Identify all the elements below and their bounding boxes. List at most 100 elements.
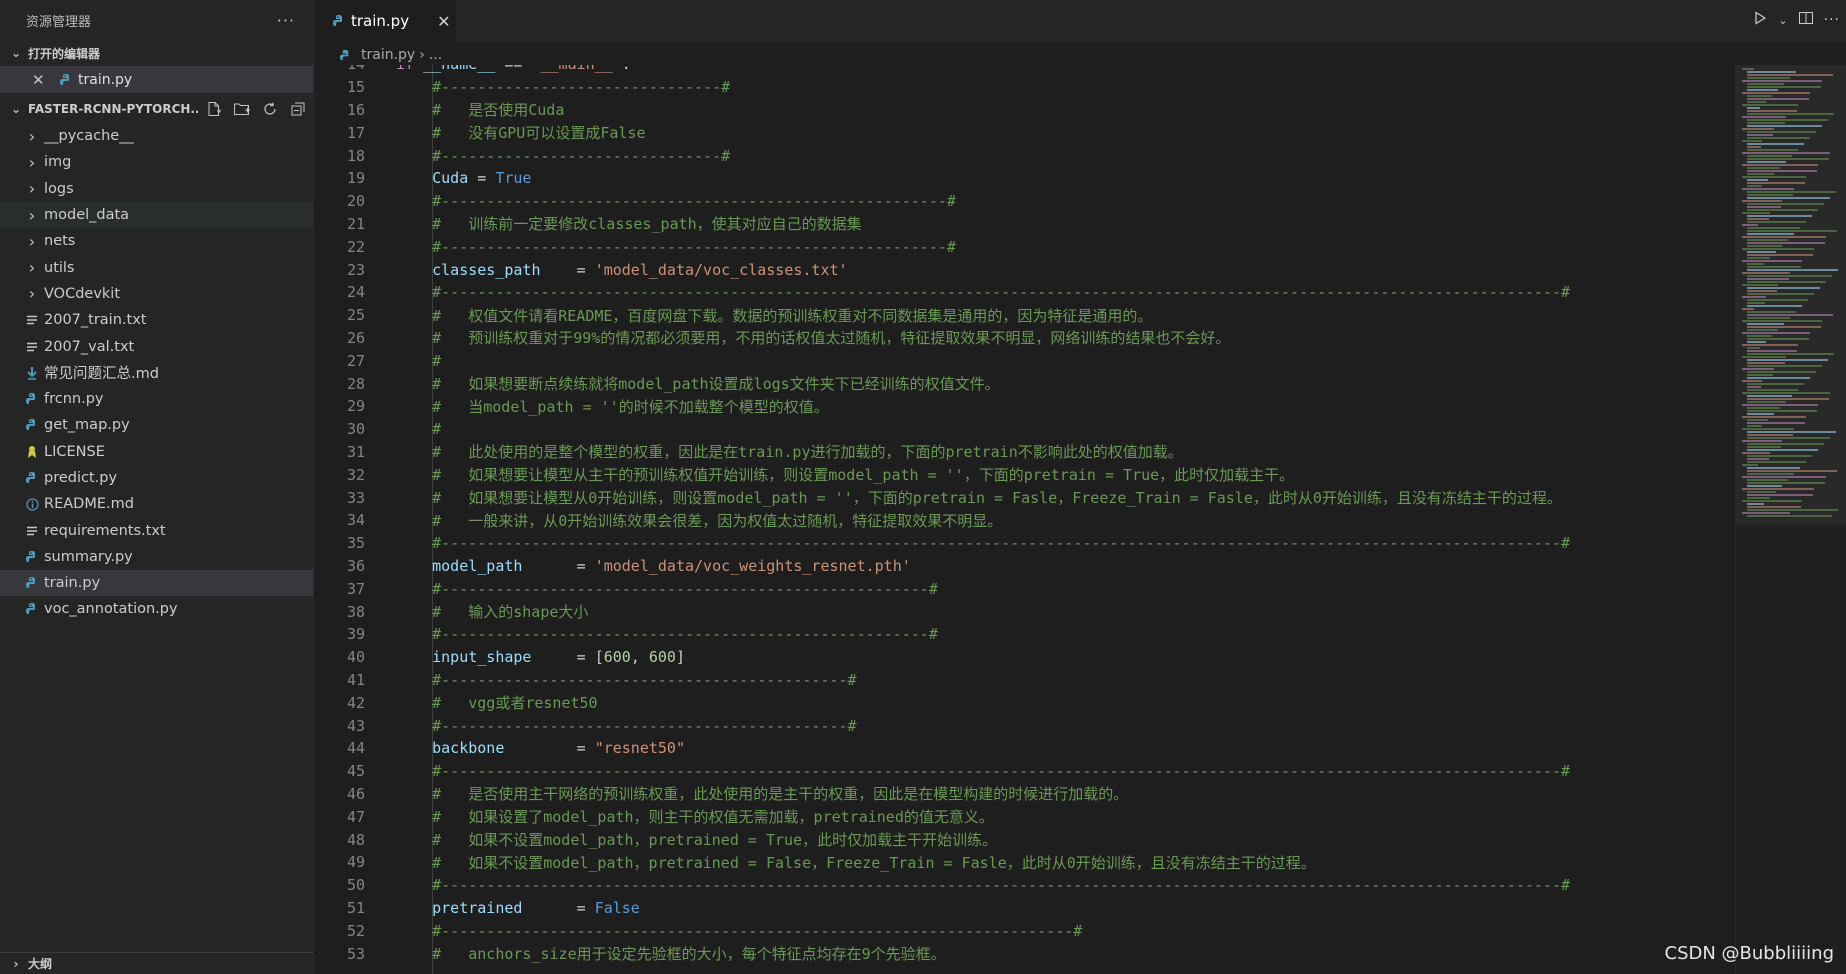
explorer-title: 资源管理器 <box>26 14 92 30</box>
tab-train-py[interactable]: train.py ✕ <box>315 0 457 42</box>
minimap-line <box>1747 449 1818 451</box>
tree-file-item[interactable]: 常见问题汇总.md <box>0 360 313 386</box>
tree-folder-item[interactable]: › __pycache__ <box>0 123 313 149</box>
code-line[interactable]: 35 #------------------------------------… <box>315 532 1735 555</box>
minimap-line <box>1747 77 1790 79</box>
tree-file-item[interactable]: summary.py <box>0 544 313 570</box>
tree-folder-item[interactable]: › nets <box>0 228 313 254</box>
tree-folder-item[interactable]: › img <box>0 149 313 175</box>
minimap-line <box>1742 368 1774 370</box>
minimap-line <box>1747 302 1765 304</box>
code-line[interactable]: 38 # 输入的shape大小 <box>315 600 1735 623</box>
minimap-line <box>1747 278 1789 280</box>
code-line[interactable]: 20 #------------------------------------… <box>315 190 1735 213</box>
minimap-line <box>1742 188 1794 190</box>
chevron-down-icon[interactable]: ⌄ <box>1778 14 1787 27</box>
open-editor-item[interactable]: ✕ train.py <box>0 66 313 93</box>
minimap-line <box>1742 320 1822 322</box>
code-line[interactable]: 22 #------------------------------------… <box>315 235 1735 258</box>
code-line[interactable]: 47 # 如果设置了model_path，则主干的权值无需加载，pretrain… <box>315 805 1735 828</box>
code-line[interactable]: 32 # 如果想要让模型从主干的预训练权值开始训练，则设置model_path … <box>315 463 1735 486</box>
code-line[interactable]: 50 #------------------------------------… <box>315 874 1735 897</box>
close-icon[interactable]: ✕ <box>32 71 50 89</box>
code-line[interactable]: 26 # 预训练权重对于99%的情况都必须要用，不用的话权值太过随机，特征提取效… <box>315 327 1735 350</box>
code-line[interactable]: 52 #------------------------------------… <box>315 919 1735 942</box>
more-actions-icon[interactable]: ··· <box>277 11 295 30</box>
line-number: 20 <box>346 192 365 211</box>
code-line[interactable]: 29 # 当model_path = ''的时候不加载整个模型的权值。 <box>315 395 1735 418</box>
tree-file-item[interactable]: LICENSE <box>0 439 313 465</box>
tree-file-item[interactable]: README.md <box>0 491 313 517</box>
code-line[interactable]: 51 pretrained = False <box>315 897 1735 920</box>
tree-file-item[interactable]: predict.py <box>0 465 313 491</box>
close-icon[interactable]: ✕ <box>437 12 450 31</box>
tree-folder-item[interactable]: › VOCdevkit <box>0 281 313 307</box>
minimap-line <box>1747 470 1837 472</box>
new-folder-icon[interactable] <box>232 100 252 118</box>
tree-item-label: logs <box>44 180 74 197</box>
project-section-header[interactable]: ⌄ FASTER-RCNN-PYTORCH... <box>0 95 313 123</box>
code-line[interactable]: 46 # 是否使用主干网络的预训练权重，此处使用的是主干的权重，因此是在模型构建… <box>315 783 1735 806</box>
code-line[interactable]: 25 # 权值文件请看README，百度网盘下载。数据的预训练权重对不同数据集是… <box>315 304 1735 327</box>
new-file-icon[interactable] <box>204 100 224 118</box>
tree-folder-item[interactable]: › logs <box>0 176 313 202</box>
code-line[interactable]: 28 # 如果想要断点续练就将model_path设置成logs文件夹下已经训练… <box>315 372 1735 395</box>
tree-file-item[interactable]: 2007_train.txt <box>0 307 313 333</box>
breadcrumb-file[interactable]: train.py <box>361 47 415 63</box>
code-editor[interactable]: 14 if __name__ == "__main__": 15 #--------… <box>315 65 1735 974</box>
code-line[interactable]: 39 #------------------------------------… <box>315 623 1735 646</box>
tree-file-item[interactable]: 2007_val.txt <box>0 333 313 359</box>
refresh-icon[interactable] <box>260 100 280 118</box>
split-editor-icon[interactable] <box>1798 10 1814 30</box>
code-line[interactable]: 16 # 是否使用Cuda <box>315 99 1735 122</box>
code-line[interactable]: 27 # <box>315 349 1735 372</box>
code-line[interactable]: 33 # 如果想要让模型从0开始训练，则设置model_path = ''，下面… <box>315 486 1735 509</box>
minimap-line <box>1742 152 1830 154</box>
minimap-line <box>1742 236 1826 238</box>
tree-folder-item[interactable]: › utils <box>0 254 313 280</box>
line-number: 24 <box>346 283 365 302</box>
code-line[interactable]: 37 #------------------------------------… <box>315 577 1735 600</box>
code-line[interactable]: 17 # 没有GPU可以设置成False <box>315 121 1735 144</box>
breadcrumb-symbols[interactable]: ... <box>429 47 442 63</box>
code-line[interactable]: 41 #------------------------------------… <box>315 669 1735 692</box>
code-text: # 此处使用的是整个模型的权重，因此是在train.py进行加载的，下面的pre… <box>432 443 1183 462</box>
code-line[interactable]: 43 #------------------------------------… <box>315 714 1735 737</box>
code-line[interactable]: 45 #------------------------------------… <box>315 760 1735 783</box>
code-line[interactable]: 18 #-------------------------------# <box>315 144 1735 167</box>
code-line[interactable]: 31 # 此处使用的是整个模型的权重，因此是在train.py进行加载的，下面的… <box>315 441 1735 464</box>
tree-file-item[interactable]: requirements.txt <box>0 517 313 543</box>
code-line[interactable]: 53 # anchors_size用于设定先验框的大小，每个特征点均存在9个先验… <box>315 942 1735 965</box>
code-line[interactable]: 36 model_path = 'model_data/voc_weights_… <box>315 555 1735 578</box>
code-line[interactable]: 30 # <box>315 418 1735 441</box>
run-icon[interactable] <box>1752 10 1768 30</box>
tree-folder-item[interactable]: › model_data <box>0 201 313 229</box>
code-line[interactable]: 49 # 如果不设置model_path，pretrained = False，… <box>315 851 1735 874</box>
outline-section-header[interactable]: › 大纲 <box>0 952 313 974</box>
minimap[interactable] <box>1735 65 1846 974</box>
text-file-icon <box>24 523 40 539</box>
watermark: CSDN @Bubbliiiing <box>1664 943 1835 964</box>
minimap-line <box>1747 197 1830 199</box>
code-line[interactable]: 48 # 如果不设置model_path，pretrained = True，此… <box>315 828 1735 851</box>
code-line[interactable]: 34 # 一般来讲，从0开始训练效果会很差，因为权值太过随机，特征提取效果不明显… <box>315 509 1735 532</box>
code-line[interactable]: 40 input_shape = [600, 600] <box>315 646 1735 669</box>
tree-file-item[interactable]: voc_annotation.py <box>0 596 313 622</box>
code-line[interactable]: 19 Cuda = True <box>315 167 1735 190</box>
code-line[interactable]: 14 if __name__ == "__main__": <box>315 65 1735 76</box>
tree-file-item[interactable]: get_map.py <box>0 412 313 438</box>
tree-file-item[interactable]: frcnn.py <box>0 386 313 412</box>
code-line[interactable]: 42 # vgg或者resnet50 <box>315 691 1735 714</box>
collapse-all-icon[interactable] <box>288 100 308 118</box>
code-line[interactable]: 44 backbone = "resnet50" <box>315 737 1735 760</box>
text-file-icon <box>24 312 40 328</box>
minimap-line <box>1747 275 1832 277</box>
minimap-line <box>1742 272 1790 274</box>
code-line[interactable]: 15 #-------------------------------# <box>315 76 1735 99</box>
tree-file-item[interactable]: train.py <box>0 570 313 597</box>
more-actions-icon[interactable]: ··· <box>1824 12 1840 28</box>
code-line[interactable]: 24 #------------------------------------… <box>315 281 1735 304</box>
code-line[interactable]: 21 # 训练前一定要修改classes_path，使其对应自己的数据集 <box>315 213 1735 236</box>
open-editors-section-header[interactable]: ⌄ 打开的编辑器 <box>0 40 313 66</box>
code-line[interactable]: 23 classes_path = 'model_data/voc_classe… <box>315 258 1735 281</box>
